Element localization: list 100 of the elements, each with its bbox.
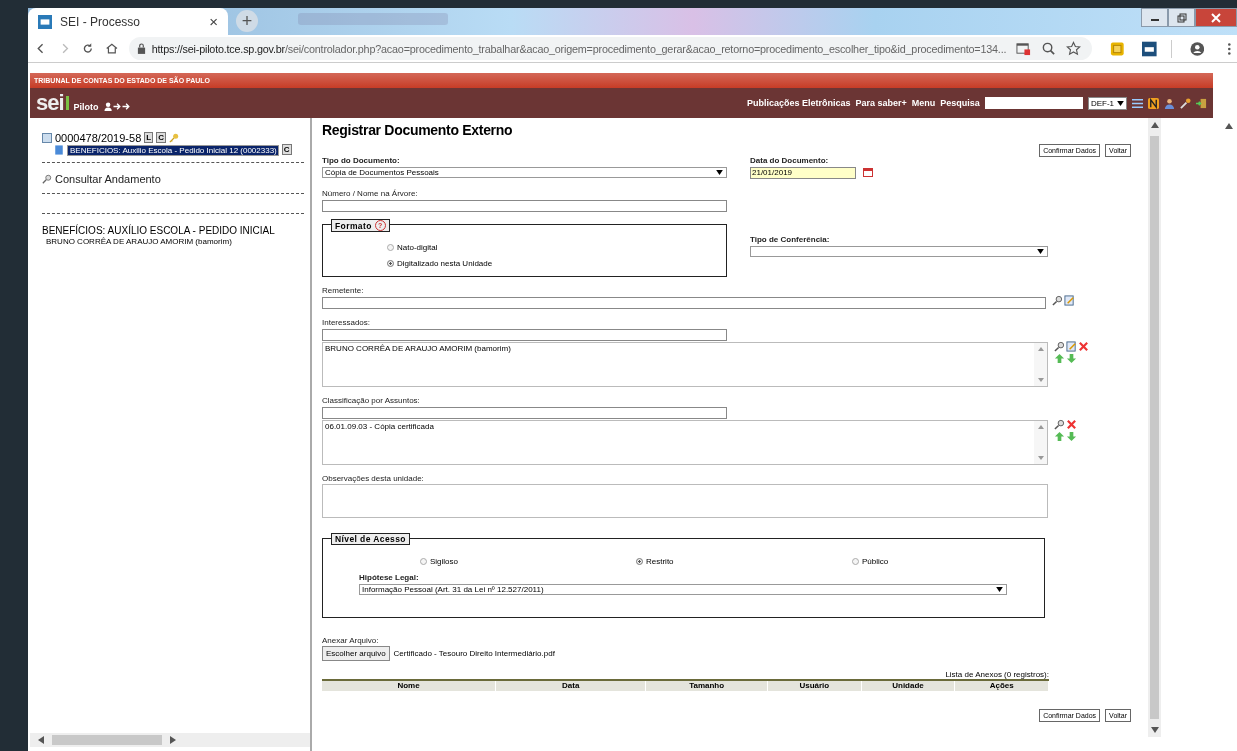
process-marker[interactable]: C (156, 132, 166, 143)
interested-field[interactable] (322, 329, 727, 341)
calendar-icon[interactable] (863, 167, 873, 177)
subject-field[interactable] (322, 407, 727, 419)
interested-list[interactable]: BRUNO CORRÊA DE ARAUJO AMORIM (bamorim) (322, 342, 1048, 387)
home-icon[interactable] (105, 41, 119, 56)
search-field[interactable] (984, 97, 1083, 109)
wrench-icon[interactable] (1180, 97, 1191, 109)
legal-basis-select[interactable]: Informação Pessoal (Art. 31 da Lei nº 12.527/2011) (359, 584, 1007, 595)
column-header[interactable]: Usuário (767, 681, 862, 691)
close-tab-button[interactable]: × (209, 13, 218, 30)
remove-icon[interactable] (1078, 341, 1089, 352)
process-type: BENEFÍCIOS: AUXÍLIO ESCOLA - PEDIDO INICIAL (42, 225, 276, 236)
caret-icon[interactable] (1037, 249, 1044, 254)
process-marker[interactable]: L (144, 132, 154, 143)
list-icon[interactable] (1132, 97, 1143, 109)
radio-button[interactable] (852, 557, 859, 565)
header-link[interactable]: Menu (911, 98, 936, 108)
radio-button[interactable] (387, 259, 394, 267)
caret-icon[interactable] (716, 170, 723, 175)
unit-select[interactable]: DEF-1 (1087, 96, 1127, 110)
radio-option[interactable]: Restrito (636, 553, 852, 569)
table-caption: Lista de Anexos (0 registros): (944, 670, 1049, 679)
column-header[interactable]: Data (496, 681, 647, 691)
lock-icon (136, 43, 146, 54)
field-label: Data do Documento: (750, 156, 830, 165)
remove-icon[interactable] (1066, 419, 1077, 430)
user-plane-icon[interactable] (103, 101, 132, 111)
document-icon[interactable] (54, 144, 64, 155)
address-bar[interactable]: https://sei-piloto.tce.sp.gov.br/sei/controlador.php?acao=procedimento_trabalhar&acao_origem=procedimento_gerar&acao_retorno=procedimento_escolher_tipo&id_procedimento=134... (128, 37, 1092, 60)
header-link[interactable]: Publicações Eletrônicas (747, 98, 851, 108)
scroll-up-icon[interactable] (1150, 122, 1159, 128)
vertical-scrollbar[interactable] (1148, 118, 1161, 737)
observations-field[interactable] (322, 484, 1048, 518)
list-item[interactable]: 06.01.09.03 - Cópia certificada (325, 422, 1031, 431)
account-icon[interactable] (1189, 40, 1205, 57)
consult-link[interactable]: Consultar Andamento (55, 173, 161, 185)
star-icon[interactable] (1066, 41, 1082, 56)
header-link[interactable]: Pesquisa (940, 98, 980, 108)
subject-list[interactable]: 06.01.09.03 - Cópia certificada (322, 420, 1048, 465)
column-header[interactable]: Ações (955, 681, 1050, 691)
scroll-up-icon[interactable] (1225, 123, 1233, 129)
name-field[interactable] (322, 200, 727, 212)
edit-icon[interactable] (1064, 295, 1075, 306)
form-title: Registrar Documento Externo (322, 122, 514, 138)
folder-icon[interactable] (42, 132, 52, 143)
document-node[interactable]: BENEFICIOS: Auxilio Escola - Pedido Inicial 12 (0002333) (67, 145, 279, 156)
close-icon[interactable] (1211, 12, 1221, 23)
column-header[interactable]: Nome (322, 681, 497, 691)
edit-icon[interactable] (1066, 341, 1077, 352)
radio-option[interactable]: Digitalizado nesta Unidade (387, 255, 726, 271)
column-header[interactable]: Unidade (861, 681, 956, 691)
note-icon[interactable] (1148, 97, 1159, 109)
scroll-down-icon[interactable] (1150, 727, 1159, 733)
interested-name: BRUNO CORRÊA DE ARAUJO AMORIM (bamorim) (46, 237, 233, 246)
environment-label: Piloto (73, 102, 99, 112)
field-label: Tipo de Conferência: (750, 235, 831, 244)
extension-icon[interactable] (1142, 40, 1157, 57)
search-icon[interactable] (1052, 295, 1063, 306)
sei-logo[interactable]: sei (36, 90, 69, 116)
caret-icon[interactable] (996, 587, 1003, 592)
tab-title: SEI - Processo (60, 14, 142, 29)
date-field[interactable]: 21/01/2019 (750, 167, 856, 179)
user-icon[interactable] (1164, 97, 1175, 109)
restore-icon[interactable] (1176, 12, 1187, 23)
process-number[interactable]: 0000478/2019-58 (55, 131, 142, 144)
new-tab-button[interactable]: + (236, 10, 258, 32)
sender-field[interactable] (322, 297, 1046, 309)
minimize-button[interactable] (1141, 8, 1168, 27)
horizontal-scrollbar[interactable] (30, 733, 310, 747)
radio-option[interactable]: Público (852, 553, 889, 569)
document-type-select[interactable]: Cópia de Documentos Pessoais (322, 167, 727, 178)
zoom-icon[interactable] (1041, 41, 1057, 56)
radio-button[interactable] (420, 557, 427, 565)
legend-text: Nível de Acesso (335, 534, 406, 544)
field-label: Observações desta unidade: (322, 474, 425, 483)
choose-file-button[interactable]: Escolher arquivo (322, 646, 390, 661)
search-icon[interactable] (42, 174, 52, 184)
header-link[interactable]: Para saber+ (855, 98, 907, 108)
field-label: Remetente: (322, 286, 365, 295)
field-label: Hipótese Legal: (359, 573, 420, 582)
radio-option[interactable]: Nato-digital (387, 239, 726, 255)
browser-tab[interactable]: SEI - Processo × (28, 8, 228, 35)
radio-button[interactable] (636, 557, 643, 565)
exit-icon[interactable] (1196, 97, 1207, 109)
document-marker[interactable]: C (281, 144, 292, 155)
search-icon[interactable] (1054, 419, 1065, 430)
caret-icon[interactable] (1117, 100, 1124, 106)
radio-option[interactable]: Sigiloso (420, 553, 636, 569)
chip-icon[interactable] (1109, 40, 1125, 57)
column-header[interactable]: Tamanho (646, 681, 768, 691)
field-label: Tipo do Documento: (322, 156, 401, 165)
file-name: Certificado - Tesouro Direito Intermediário.pdf (393, 649, 555, 658)
blocked-popup-icon[interactable] (1016, 41, 1032, 56)
radio-button[interactable] (387, 243, 394, 251)
restore-button[interactable] (1168, 8, 1195, 27)
legend-text: Formato (335, 220, 372, 231)
close-window-button[interactable] (1195, 8, 1237, 27)
search-icon[interactable] (1054, 341, 1065, 352)
list-item[interactable]: BRUNO CORRÊA DE ARAUJO AMORIM (bamorim) (325, 344, 1031, 353)
